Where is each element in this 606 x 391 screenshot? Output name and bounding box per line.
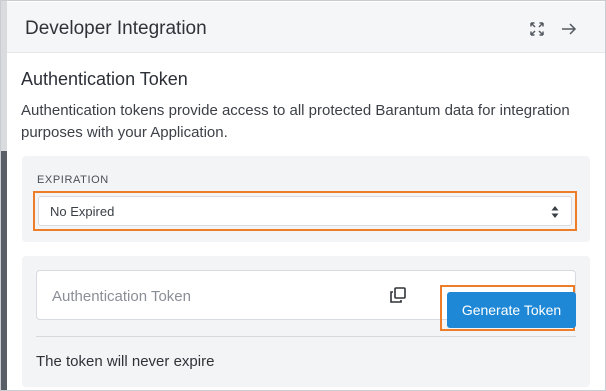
generate-button-highlight: Generate Token xyxy=(440,285,576,331)
expand-icon[interactable] xyxy=(528,20,546,38)
panel-title: Developer Integration xyxy=(25,18,207,39)
section-description: Authentication tokens provide access to … xyxy=(21,102,570,141)
background-strip xyxy=(1,1,7,390)
expiration-select-value: No Expired xyxy=(50,204,115,219)
section-title: Authentication Token xyxy=(21,69,188,89)
expiration-select-highlight: No Expired xyxy=(33,191,577,231)
token-field[interactable]: Authentication Token Generate Token xyxy=(36,270,576,331)
copy-icon[interactable] xyxy=(389,286,407,304)
panel-header: Developer Integration xyxy=(7,2,605,53)
expiration-label: EXPIRATION xyxy=(37,174,109,186)
token-expiry-note: The token will never expire xyxy=(36,353,215,370)
expiration-panel: EXPIRATION No Expired xyxy=(22,156,590,242)
background-strip-dark xyxy=(1,151,7,390)
select-caret-icon xyxy=(551,206,559,218)
generate-token-button[interactable]: Generate Token xyxy=(447,292,576,328)
developer-integration-panel: Developer Integration Authentication Tok… xyxy=(0,0,606,391)
token-panel: Authentication Token Generate Token The … xyxy=(22,256,590,387)
expiration-select[interactable]: No Expired xyxy=(38,196,572,226)
token-placeholder: Authentication Token xyxy=(52,288,191,305)
divider xyxy=(36,336,576,337)
arrow-right-icon[interactable] xyxy=(560,20,578,38)
